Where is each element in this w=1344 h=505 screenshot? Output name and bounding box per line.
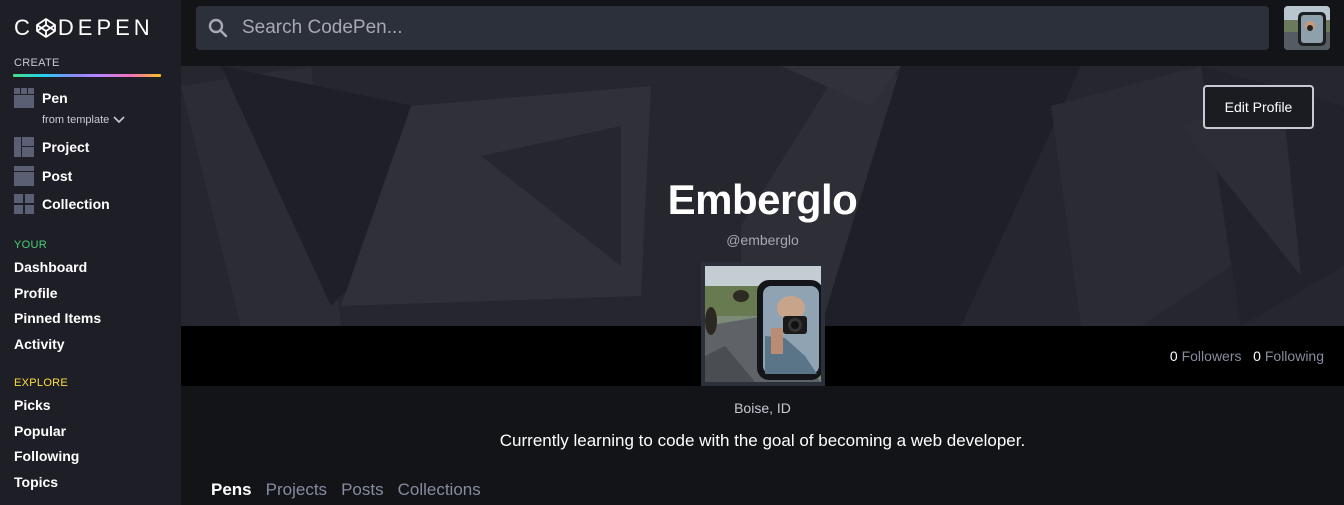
avatar-image: [1284, 6, 1330, 50]
search-input[interactable]: Search CodePen...: [242, 17, 403, 39]
nav-topics[interactable]: Topics: [14, 474, 58, 490]
nav-popular[interactable]: Popular: [14, 423, 66, 439]
nav-activity[interactable]: Activity: [14, 336, 65, 352]
tab-pens[interactable]: Pens: [211, 480, 252, 500]
profile-tabs: Pens Projects Posts Collections: [211, 480, 495, 500]
create-rainbow-bar: [13, 74, 161, 77]
follow-stats: 0 Followers 0 Following: [1170, 348, 1324, 364]
profile-bio: Currently learning to code with the goal…: [499, 431, 1026, 450]
followers-count: 0: [1169, 348, 1178, 364]
create-collection-label: Collection: [42, 196, 110, 212]
codepen-cube-icon: [35, 18, 56, 38]
sidebar: C DEPEN CREATE Pen from template Project…: [0, 0, 181, 505]
create-project-label: Project: [42, 139, 90, 155]
logo-text-depen: DEPEN: [57, 15, 154, 40]
your-label: YOUR: [14, 239, 47, 251]
create-post-item[interactable]: Post: [14, 165, 72, 187]
profile-avatar: [701, 262, 825, 386]
chevron-down-icon: [113, 116, 125, 124]
create-label: CREATE: [14, 57, 60, 69]
profile-name: Emberglo: [667, 176, 858, 223]
search-bar[interactable]: Search CodePen...: [196, 6, 1269, 50]
create-pen-label: Pen: [42, 90, 68, 106]
search-icon: [208, 18, 228, 38]
followers-label: Followers: [1181, 348, 1242, 364]
create-post-label: Post: [42, 168, 73, 184]
user-avatar-button[interactable]: [1284, 6, 1330, 50]
create-pen-item[interactable]: Pen: [14, 87, 68, 109]
followers-link[interactable]: 0 Followers: [1170, 348, 1242, 364]
following-count: 0: [1253, 348, 1261, 364]
from-template-dropdown[interactable]: from template: [42, 114, 125, 126]
tab-collections[interactable]: Collections: [398, 480, 481, 500]
profile-handle: @emberglo: [726, 232, 799, 248]
tab-projects[interactable]: Projects: [266, 480, 327, 500]
codepen-logo[interactable]: C DEPEN: [14, 14, 154, 42]
collection-grid-icon: [14, 194, 34, 214]
explore-label: EXPLORE: [14, 377, 69, 389]
following-link[interactable]: 0 Following: [1253, 348, 1324, 364]
tab-posts[interactable]: Posts: [341, 480, 384, 500]
nav-profile[interactable]: Profile: [14, 285, 58, 301]
profile-location: Boise, ID: [734, 400, 791, 416]
project-grid-icon: [14, 137, 34, 157]
pen-grid-icon: [14, 88, 34, 108]
edit-profile-button[interactable]: Edit Profile: [1203, 85, 1314, 129]
create-project-item[interactable]: Project: [14, 136, 89, 158]
nav-following[interactable]: Following: [14, 448, 79, 464]
from-template-label: from template: [42, 114, 110, 126]
create-collection-item[interactable]: Collection: [14, 193, 110, 215]
app: C DEPEN CREATE Pen from template Project…: [0, 0, 1344, 505]
logo-text-c: C: [14, 15, 34, 40]
nav-dashboard[interactable]: Dashboard: [14, 259, 87, 275]
post-grid-icon: [14, 166, 34, 186]
following-label: Following: [1264, 348, 1324, 364]
profile-photo: [705, 266, 821, 382]
nav-picks[interactable]: Picks: [14, 397, 51, 413]
nav-pinned-items[interactable]: Pinned Items: [14, 310, 101, 326]
